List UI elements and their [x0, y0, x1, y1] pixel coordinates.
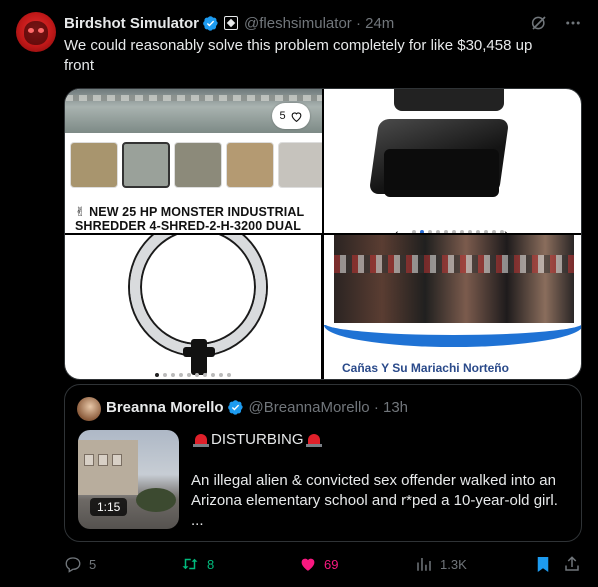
carousel-dots	[155, 373, 231, 377]
author-name[interactable]: Birdshot Simulator	[64, 15, 199, 32]
listing-like-pill[interactable]: 5	[272, 103, 310, 129]
share-icon	[565, 556, 579, 571]
repost-button[interactable]: 8	[180, 555, 214, 573]
quote-author-handle[interactable]: @BreannaMorello · 13h	[249, 399, 409, 416]
heart-outline-icon	[291, 111, 301, 122]
views-icon	[417, 558, 431, 571]
action-bar: 5 8 69 1.3K	[64, 555, 582, 577]
verified-badge-icon[interactable]	[227, 399, 244, 416]
reply-button[interactable]: 5	[64, 555, 96, 573]
siren-icon	[305, 432, 323, 448]
media-image-webcam[interactable]: ‹ ›	[324, 89, 581, 233]
media-image-mariachi[interactable]: Cañas Y Su Mariachi Norteño	[324, 235, 581, 379]
affiliate-badge-icon[interactable]	[224, 16, 239, 30]
more-icon[interactable]	[564, 14, 582, 32]
views-button[interactable]: 1.3K	[415, 555, 467, 573]
quote-author-avatar[interactable]	[77, 397, 101, 421]
repost-count: 8	[207, 556, 215, 572]
like-button[interactable]: 69	[299, 555, 338, 573]
views-count: 1.3K	[440, 556, 467, 572]
carousel-dots	[412, 230, 504, 233]
quote-title: DISTURBING	[191, 431, 324, 448]
media-image-ring-light[interactable]	[65, 235, 322, 379]
post[interactable]: Birdshot Simulator @fleshsimulator · 24m…	[0, 0, 598, 587]
video-duration: 1:15	[90, 498, 128, 516]
listing-like-count: 5	[279, 110, 286, 122]
like-icon	[301, 558, 315, 571]
reply-icon	[65, 557, 81, 573]
quote-time: 13h	[383, 399, 409, 416]
chevron-left-icon[interactable]: ‹	[394, 225, 399, 233]
post-header: Birdshot Simulator @fleshsimulator · 24m	[64, 12, 582, 34]
chevron-right-icon[interactable]: ›	[504, 225, 509, 233]
like-count: 69	[324, 556, 339, 572]
reply-count: 5	[89, 556, 97, 572]
mariachi-caption: Cañas Y Su Mariachi Norteño	[342, 361, 509, 375]
bookmark-icon	[537, 557, 549, 572]
media-image-shredder[interactable]: 5 ✌ NEW 25 HP MONSTER INDUSTRIAL SHREDDE…	[65, 89, 322, 233]
bookmark-button[interactable]	[534, 555, 552, 574]
media-grid[interactable]: 5 ✌ NEW 25 HP MONSTER INDUSTRIAL SHREDDE…	[64, 88, 582, 380]
post-text: We could reasonably solve this problem c…	[64, 37, 533, 74]
quote-header: Breanna Morello @BreannaMorello · 13h	[106, 399, 408, 416]
author-avatar[interactable]	[16, 12, 56, 52]
quote-video-thumbnail[interactable]: 1:15	[78, 430, 179, 529]
listing-title: ✌ NEW 25 HP MONSTER INDUSTRIAL SHREDDER …	[75, 205, 305, 233]
quote-body: An illegal alien & convicted sex offende…	[191, 472, 558, 529]
grok-icon[interactable]	[530, 14, 548, 32]
siren-icon	[192, 432, 210, 448]
author-handle[interactable]: @fleshsimulator · 24m	[244, 15, 394, 32]
quoted-post[interactable]: Breanna Morello @BreannaMorello · 13h 1:…	[64, 384, 582, 542]
repost-icon	[182, 558, 198, 570]
share-button[interactable]	[563, 555, 581, 573]
quote-author-name[interactable]: Breanna Morello	[106, 399, 224, 416]
post-time[interactable]: 24m	[365, 15, 394, 32]
verified-badge-icon[interactable]	[202, 15, 219, 32]
